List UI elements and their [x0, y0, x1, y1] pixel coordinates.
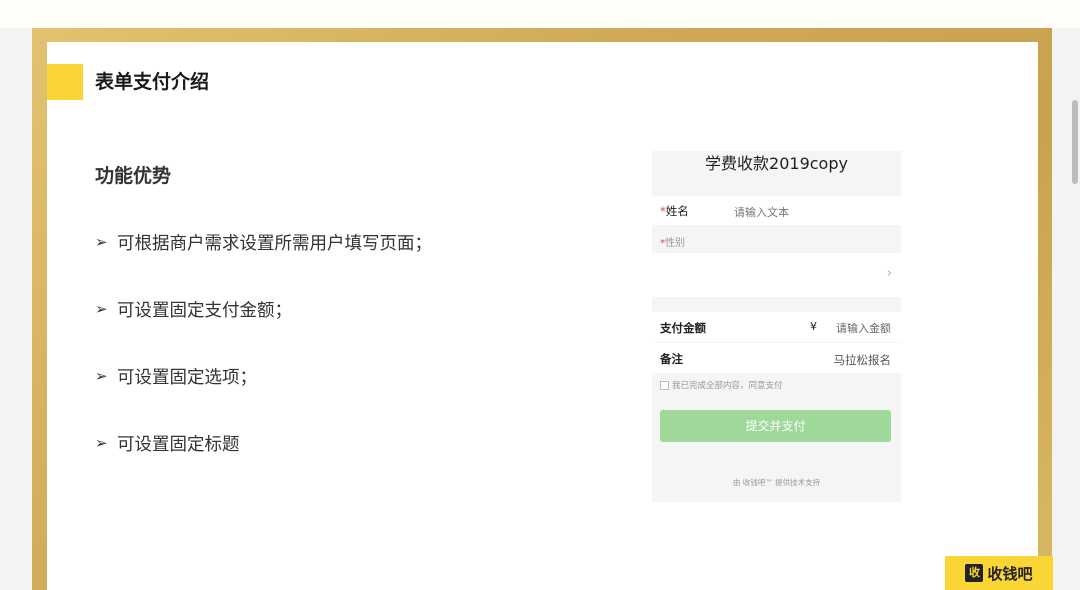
arrow-bullet-icon: ➢	[95, 367, 108, 385]
slide-content: 表单支付介绍 功能优势 ➢ 可根据商户需求设置所需用户填写页面； ➢ 可设置固定…	[47, 42, 1053, 590]
arrow-bullet-icon: ➢	[95, 233, 108, 251]
page-title: 表单支付介绍	[95, 71, 210, 93]
top-strip	[0, 0, 1080, 28]
agree-checkbox-row[interactable]: 我已完成全部内容，同意支付	[660, 379, 783, 391]
gender-label-row: *性别	[652, 226, 901, 253]
submit-pay-button[interactable]: 提交并支付	[660, 410, 891, 442]
chevron-right-icon: ›	[886, 266, 892, 281]
feature-text: 可根据商户需求设置所需用户填写页面；	[117, 233, 432, 254]
gender-select[interactable]: ›	[652, 253, 901, 297]
name-input[interactable]: 请输入文本	[734, 204, 789, 220]
list-item: ➢ 可设置固定选项；	[95, 362, 432, 390]
arrow-bullet-icon: ➢	[95, 434, 108, 452]
brand-logo: 收 收钱吧	[945, 556, 1053, 590]
feature-text: 可设置固定选项；	[117, 367, 257, 388]
name-field-row[interactable]: *姓名 请输入文本	[652, 196, 901, 225]
feature-text: 可设置固定支付金额；	[117, 300, 292, 321]
amount-input[interactable]: 请输入金额	[836, 320, 891, 336]
logo-mark-icon: 收	[965, 564, 984, 582]
vertical-scrollbar[interactable]	[1072, 100, 1078, 184]
title-accent-bar	[47, 64, 83, 100]
list-item: ➢ 可设置固定标题	[95, 429, 432, 457]
currency-symbol: ¥	[810, 320, 817, 333]
left-gutter	[0, 28, 32, 590]
feature-list: ➢ 可根据商户需求设置所需用户填写页面； ➢ 可设置固定支付金额； ➢ 可设置固…	[95, 228, 432, 496]
list-item: ➢ 可设置固定支付金额；	[95, 295, 432, 323]
gender-label: *性别	[660, 238, 685, 249]
amount-field-row[interactable]: 支付金额 ¥ 请输入金额	[652, 312, 901, 342]
agree-text: 我已完成全部内容，同意支付	[672, 381, 783, 391]
pay-label: 支付金额	[660, 321, 706, 335]
note-value: 马拉松报名	[833, 353, 892, 367]
section-heading: 功能优势	[95, 165, 172, 187]
name-label: *姓名	[660, 204, 689, 218]
right-gutter[interactable]	[1052, 28, 1080, 590]
slide-frame: 表单支付介绍 功能优势 ➢ 可根据商户需求设置所需用户填写页面； ➢ 可设置固定…	[32, 28, 1053, 590]
agree-checkbox[interactable]	[660, 380, 669, 390]
note-label: 备注	[660, 352, 683, 366]
form-preview: 学费收款2019copy *姓名 请输入文本 *性别 › 支付金额 ¥ 请输入金…	[652, 151, 901, 502]
arrow-bullet-icon: ➢	[95, 300, 108, 318]
note-field-row[interactable]: 备注 马拉松报名	[652, 343, 901, 373]
tech-support-text: 由 收钱吧™ 提供技术支持	[732, 478, 821, 487]
list-item: ➢ 可根据商户需求设置所需用户填写页面；	[95, 228, 432, 256]
form-title: 学费收款2019copy	[705, 154, 848, 173]
logo-text: 收钱吧	[987, 564, 1033, 583]
feature-text: 可设置固定标题	[117, 434, 240, 455]
